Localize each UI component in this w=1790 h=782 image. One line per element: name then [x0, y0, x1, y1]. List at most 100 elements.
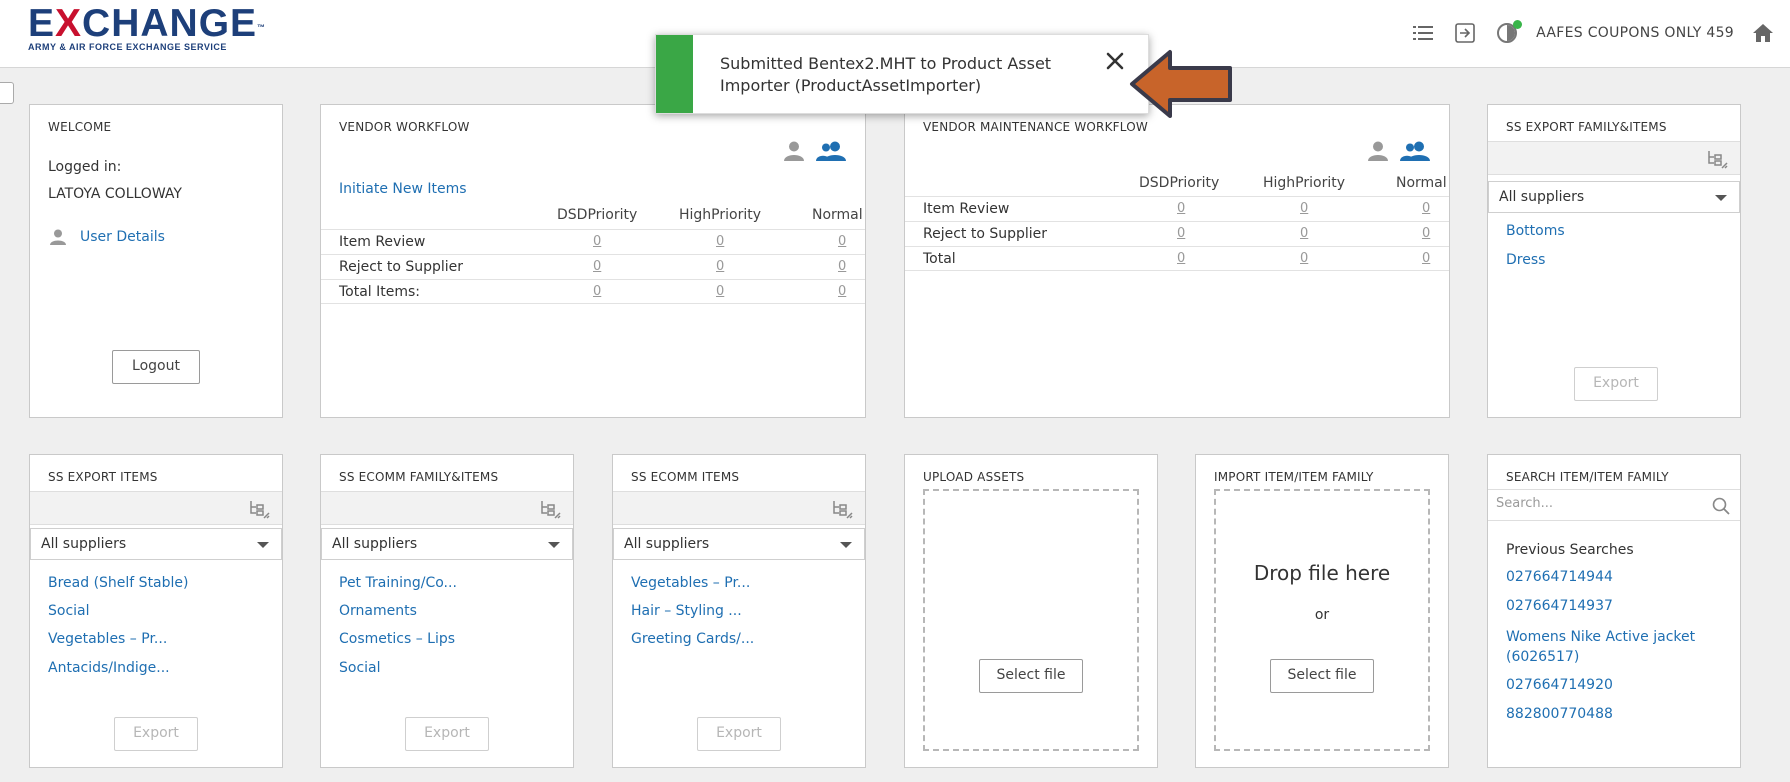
logout-button[interactable]: Logout [112, 350, 200, 384]
ss-export-family-panel: SS EXPORT FAMILY&ITEMS All suppliers Bot… [1487, 104, 1741, 418]
list-item[interactable]: 027664714920 [1506, 677, 1613, 693]
count-link[interactable]: 0 [593, 259, 601, 274]
vendor-maintenance-panel: VENDOR MAINTENANCE WORKFLOW DSDPriority … [904, 104, 1450, 418]
count-link[interactable]: 0 [1177, 251, 1185, 266]
select-value: All suppliers [332, 536, 418, 552]
list-item[interactable]: Bottoms [1506, 223, 1565, 239]
export-button[interactable]: Export [1574, 367, 1658, 401]
home-icon[interactable] [1750, 20, 1776, 46]
chevron-down-icon [1715, 195, 1727, 201]
initiate-new-items-link[interactable]: Initiate New Items [339, 181, 467, 197]
search-input[interactable] [1496, 496, 1696, 511]
count-link[interactable]: 0 [1177, 201, 1185, 216]
list-item[interactable]: Cosmetics – Lips [339, 631, 455, 647]
status-icon[interactable] [1494, 20, 1523, 46]
user-name: LATOYA COLLOWAY [48, 186, 182, 202]
user-details-row[interactable]: User Details [50, 229, 165, 245]
tree-view-icon[interactable] [248, 499, 270, 519]
account-label: AAFES COUPONS ONLY 459 [1536, 25, 1734, 41]
list-item[interactable]: Social [339, 660, 381, 676]
row-label: Reject to Supplier [339, 259, 464, 275]
count-link[interactable]: 0 [1300, 226, 1308, 241]
select-file-button[interactable]: Select file [979, 659, 1083, 693]
count-link[interactable]: 0 [1300, 201, 1308, 216]
export-button[interactable]: Export [114, 717, 198, 751]
sidebar-toggle[interactable] [0, 82, 14, 104]
search-icon[interactable] [1712, 497, 1730, 515]
list-item[interactable]: 027664714937 [1506, 598, 1613, 614]
table-row: Total 0 0 0 [905, 246, 1449, 271]
supplier-select[interactable]: All suppliers [321, 528, 573, 560]
header-toolbar: AAFES COUPONS ONLY 459 [1410, 20, 1776, 46]
user-details-link[interactable]: User Details [80, 229, 165, 245]
select-value: All suppliers [41, 536, 127, 552]
count-link[interactable]: 0 [838, 234, 846, 249]
list-item[interactable]: Dress [1506, 252, 1545, 268]
export-button[interactable]: Export [697, 717, 781, 751]
count-link[interactable]: 0 [838, 259, 846, 274]
list-item[interactable]: 027664714944 [1506, 569, 1613, 585]
supplier-select[interactable]: All suppliers [1488, 181, 1740, 213]
group-users-icon[interactable] [816, 141, 846, 161]
row-label: Total Items: [339, 284, 421, 300]
list-item[interactable]: Vegetables – Pr... [631, 575, 750, 591]
panel-toolbar [1488, 141, 1740, 175]
supplier-select[interactable]: All suppliers [613, 528, 865, 560]
count-link[interactable]: 0 [1422, 251, 1430, 266]
list-item[interactable]: Womens Nike Active jacket (6026517) [1506, 627, 1726, 667]
panel-title: VENDOR WORKFLOW [339, 120, 470, 134]
list-item[interactable]: Hair – Styling ... [631, 603, 742, 619]
count-link[interactable]: 0 [1177, 226, 1185, 241]
row-label: Item Review [923, 201, 1010, 217]
close-icon[interactable] [1103, 49, 1127, 73]
export-button[interactable]: Export [405, 717, 489, 751]
import-dropzone[interactable]: Drop file here or Select file [1214, 489, 1430, 751]
chevron-down-icon [840, 542, 852, 548]
select-file-button[interactable]: Select file [1270, 659, 1374, 693]
ss-ecomm-family-panel: SS ECOMM FAMILY&ITEMS All suppliers Pet … [320, 454, 574, 768]
tree-view-icon[interactable] [539, 499, 561, 519]
count-link[interactable]: 0 [716, 284, 724, 299]
single-user-icon[interactable] [1367, 141, 1389, 161]
count-link[interactable]: 0 [1300, 251, 1308, 266]
group-users-icon[interactable] [1400, 141, 1430, 161]
count-link[interactable]: 0 [716, 234, 724, 249]
count-link[interactable]: 0 [838, 284, 846, 299]
column-header-dsd: DSDPriority [557, 207, 638, 223]
list-item[interactable]: 882800770488 [1506, 706, 1613, 722]
upload-dropzone[interactable]: Select file [923, 489, 1139, 751]
supplier-select[interactable]: All suppliers [30, 528, 282, 560]
ss-export-items-panel: SS EXPORT ITEMS All suppliers Bread (She… [29, 454, 283, 768]
exchange-logo[interactable]: EXCHANGE™ ARMY & AIR FORCE EXCHANGE SERV… [28, 4, 266, 53]
panel-toolbar [321, 491, 573, 525]
search-bar [1488, 489, 1740, 521]
list-item[interactable]: Greeting Cards/... [631, 631, 754, 647]
count-link[interactable]: 0 [593, 234, 601, 249]
table-row: Item Review 0 0 0 [905, 196, 1449, 221]
panel-title: SS EXPORT FAMILY&ITEMS [1506, 120, 1667, 134]
list-item[interactable]: Pet Training/Co... [339, 575, 457, 591]
list-item[interactable]: Vegetables – Pr... [48, 631, 167, 647]
list-item[interactable]: Bread (Shelf Stable) [48, 575, 189, 591]
count-link[interactable]: 0 [593, 284, 601, 299]
previous-searches-label: Previous Searches [1506, 542, 1634, 558]
table-row: Reject to Supplier 0 0 0 [321, 254, 865, 279]
list-icon[interactable] [1410, 20, 1436, 46]
list-item[interactable]: Ornaments [339, 603, 417, 619]
sign-out-icon[interactable] [1452, 20, 1478, 46]
column-header-normal: Normal [1396, 175, 1447, 191]
panel-title: WELCOME [48, 120, 112, 134]
annotation-arrow-icon [1130, 50, 1232, 118]
list-item[interactable]: Antacids/Indige... [48, 660, 170, 676]
single-user-icon[interactable] [783, 141, 805, 161]
count-link[interactable]: 0 [716, 259, 724, 274]
table-row: Item Review 0 0 0 [321, 229, 865, 254]
welcome-panel: WELCOME Logged in: LATOYA COLLOWAY User … [29, 104, 283, 418]
count-link[interactable]: 0 [1422, 201, 1430, 216]
tree-view-icon[interactable] [1706, 149, 1728, 169]
toast-message: Submitted Bentex2.MHT to Product Asset I… [720, 54, 1052, 95]
count-link[interactable]: 0 [1422, 226, 1430, 241]
tree-view-icon[interactable] [831, 499, 853, 519]
list-item[interactable]: Social [48, 603, 90, 619]
panel-toolbar [30, 491, 282, 525]
